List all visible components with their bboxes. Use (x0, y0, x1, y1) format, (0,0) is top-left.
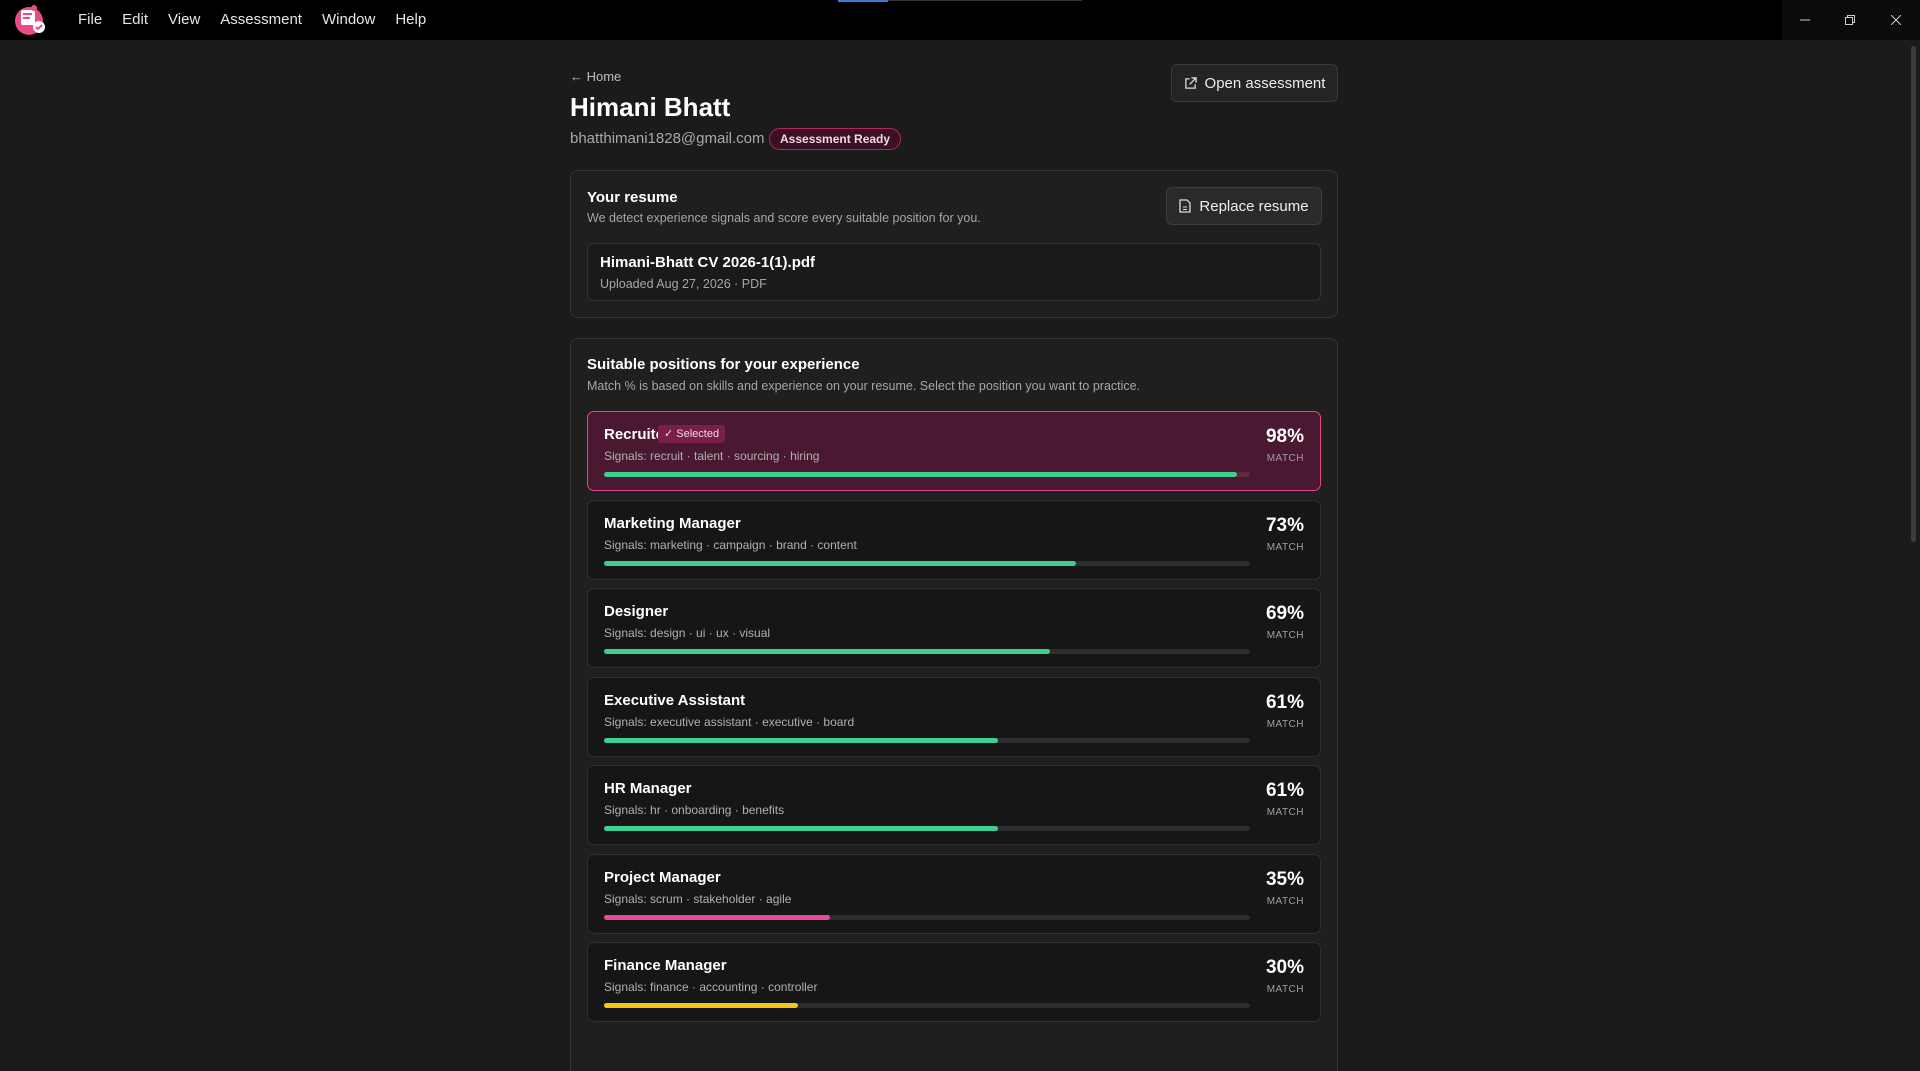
match-percent: 30% (1265, 957, 1304, 978)
position-signals: Signals: design · ui · ux · visual (604, 626, 771, 640)
restore-button[interactable] (1827, 0, 1873, 40)
match-label: MATCH (1266, 630, 1304, 641)
match-bar-track (604, 826, 1250, 831)
positions-card: Suitable positions for your experience M… (570, 338, 1338, 1071)
back-home-link[interactable]: ← Home (570, 69, 621, 84)
replace-resume-label: Replace resume (1199, 197, 1309, 215)
match-bar-fill (604, 649, 1050, 654)
match-bar-track (604, 649, 1250, 654)
match-label: MATCH (1266, 895, 1304, 907)
selected-badge-label: Selected (676, 428, 720, 440)
positions-title: Suitable positions for your experience (587, 356, 860, 373)
match-label: MATCH (1266, 807, 1304, 818)
menu-edit[interactable]: Edit (112, 0, 158, 40)
match-percent: 73% (1265, 514, 1304, 536)
position-item[interactable]: Marketing Manager Signals: marketing · ca… (587, 499, 1321, 580)
match-bar-fill (604, 472, 1238, 477)
position-name: Marketing Manager (604, 514, 741, 532)
app-logo-icon (10, 3, 50, 37)
position-item[interactable]: Executive Assistant Signals: executive as… (587, 676, 1321, 757)
match-bar-fill (604, 914, 831, 920)
position-name: Designer (604, 603, 669, 620)
match-bar-track (604, 1003, 1250, 1008)
match-label: MATCH (1266, 453, 1304, 464)
menu-file[interactable]: File (78, 0, 112, 40)
match-percent: 61% (1265, 691, 1304, 713)
check-icon: ✓ (664, 428, 674, 440)
replace-resume-button[interactable]: Replace resume (1166, 187, 1322, 225)
resume-file: Himani-Bhatt CV 2026-1(1).pdf Uploaded A… (587, 243, 1321, 301)
position-name: Executive Assistant (604, 691, 746, 709)
resume-subtitle: We detect experience signals and score e… (587, 211, 981, 225)
position-item[interactable]: Finance Manager Signals: finance · accoun… (587, 942, 1321, 1022)
match-bar-fill (604, 560, 1076, 566)
position-name: Finance Manager (604, 957, 727, 974)
match-bar-track (604, 560, 1250, 566)
position-item[interactable]: HR Manager Signals: hr · onboarding · ben… (587, 765, 1321, 845)
position-signals: Signals: executive assistant · executive… (604, 714, 855, 729)
document-icon (1179, 199, 1192, 213)
match-label: MATCH (1266, 541, 1304, 553)
match-bar-track (604, 472, 1250, 477)
drag-region-line (888, 0, 1082, 1)
position-name: HR Manager (604, 780, 692, 797)
match-bar-fill (604, 826, 999, 831)
menu-bar: File Edit View Assessment Window Help (78, 0, 436, 40)
match-label: MATCH (1266, 984, 1304, 995)
match-percent: 61% (1265, 780, 1304, 801)
positions-subtitle: Match % is based on skills and experienc… (587, 379, 1141, 393)
file-name: Himani-Bhatt CV 2026-1(1).pdf (600, 254, 816, 271)
external-link-icon (1184, 76, 1197, 89)
menu-help[interactable]: Help (385, 0, 436, 40)
close-icon (1891, 15, 1901, 25)
restore-icon (1845, 15, 1855, 25)
resume-card: Your resume We detect experience signals… (570, 170, 1338, 318)
menu-view[interactable]: View (158, 0, 210, 40)
page-title: Himani Bhatt (570, 92, 731, 122)
scrollbar-thumb[interactable] (1911, 46, 1916, 542)
resume-title: Your resume (587, 189, 678, 206)
menu-window[interactable]: Window (312, 0, 385, 40)
user-email: bhatthimani1828@gmail.com (570, 130, 765, 147)
position-item[interactable]: Recruiter ✓ Selected Signals: recruit · ta… (587, 411, 1321, 491)
close-button[interactable] (1873, 0, 1919, 40)
menu-assessment[interactable]: Assessment (210, 0, 312, 40)
file-meta: Uploaded Aug 27, 2026 · PDF (600, 277, 767, 291)
position-item[interactable]: Project Manager Signals: scrum · stakehol… (587, 853, 1321, 934)
match-label: MATCH (1266, 718, 1304, 730)
position-signals: Signals: finance · accounting · controll… (604, 980, 818, 994)
position-signals: Signals: scrum · stakeholder · agile (604, 891, 792, 906)
position-item[interactable]: Designer Signals: design · ui · ux · visu… (587, 588, 1321, 668)
match-percent: 98% (1265, 426, 1304, 447)
match-percent: 69% (1265, 603, 1304, 624)
title-bar: File Edit View Assessment Window Help (0, 0, 1920, 40)
minimize-icon (1800, 19, 1810, 21)
open-assessment-label: Open assessment (1204, 74, 1326, 92)
drag-region-indicator (838, 0, 888, 2)
selected-badge: ✓ Selected (658, 425, 726, 443)
match-percent: 35% (1265, 868, 1304, 890)
position-signals: Signals: recruit · talent · sourcing · h… (604, 449, 820, 463)
match-bar-track (604, 914, 1250, 920)
match-bar-fill (604, 737, 999, 743)
position-name: Project Manager (604, 868, 721, 886)
position-signals: Signals: marketing · campaign · brand · … (604, 537, 857, 552)
match-bar-track (604, 737, 1250, 743)
position-signals: Signals: hr · onboarding · benefits (604, 803, 785, 817)
match-bar-fill (604, 1003, 798, 1008)
minimize-button[interactable] (1782, 0, 1828, 40)
open-assessment-button[interactable]: Open assessment (1171, 64, 1338, 102)
status-badge: Assessment Ready (769, 128, 902, 150)
